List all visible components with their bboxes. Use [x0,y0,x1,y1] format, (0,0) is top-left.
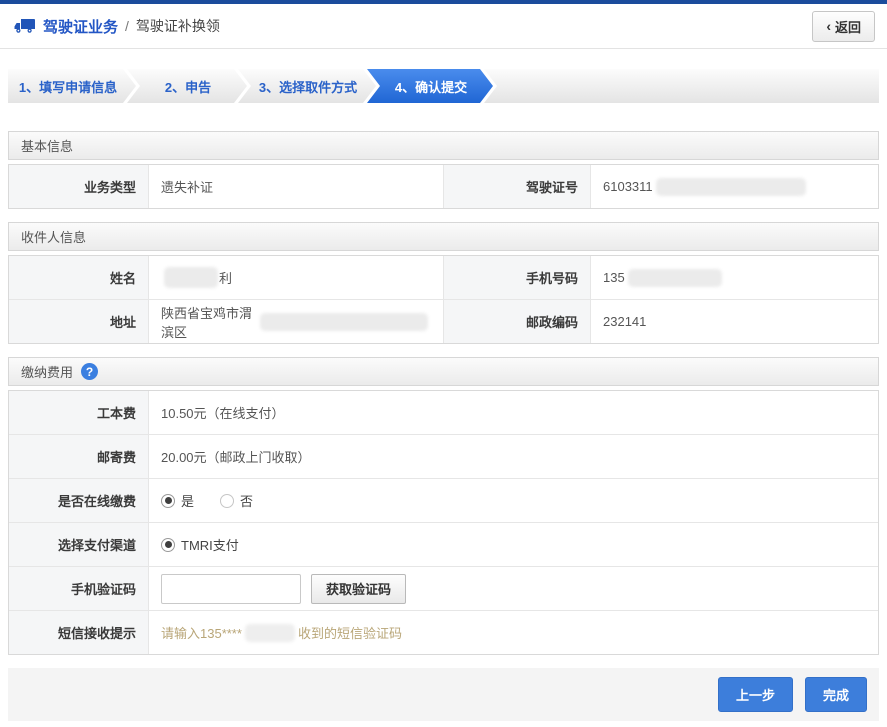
phone-label: 手机号码 [443,256,591,299]
prev-step-button[interactable]: 上一步 [718,677,793,712]
address-visible: 陕西省宝鸡市渭滨区 [161,303,257,341]
section-basic-info: 基本信息 业务类型 遗失补证 驾驶证号 6103311 [8,131,879,209]
sms-hint-redaction [245,624,295,642]
payment-channel-options: TMRI支付 [149,523,878,566]
step-tabs: 1、填写申请信息 2、申告 3、选择取件方式 4、确认提交 [8,69,879,103]
tab-step-4-label: 4、确认提交 [395,77,467,96]
sms-hint-value: 请输入135**** 收到的短信验证码 [149,611,878,654]
tab-step-1-label: 1、填写申请信息 [19,77,117,96]
breadcrumb-separator: / [125,18,129,34]
section-recipient-info-title: 收件人信息 [21,227,86,246]
phone-redaction [628,269,722,287]
address-redaction [260,313,428,331]
back-button[interactable]: ‹ 返回 [812,11,875,42]
section-fees-title: 缴纳费用 [21,362,73,381]
footer-bar: 上一步 完成 [8,668,879,721]
tab-step-1[interactable]: 1、填写申请信息 [8,69,136,103]
production-cost-value: 10.50元（在线支付） [149,391,878,434]
header: 驾驶证业务 / 驾驶证补换领 ‹ 返回 [0,4,887,49]
fees-table: 工本费 10.50元（在线支付） 邮寄费 20.00元（邮政上门收取） 是否在线… [8,390,879,655]
tab-step-3-label: 3、选择取件方式 [259,77,357,96]
sms-hint-prefix: 请输入135**** [161,623,242,642]
basic-info-table: 业务类型 遗失补证 驾驶证号 6103311 [8,164,879,209]
zip-code-value: 232141 [591,300,878,343]
table-row: 是否在线缴费 是 否 [9,479,878,523]
license-number-redaction [656,178,806,196]
table-row: 选择支付渠道 TMRI支付 [9,523,878,567]
section-recipient-info: 收件人信息 姓名 利 手机号码 135 地址 [8,222,879,344]
postage-fee-label: 邮寄费 [9,435,149,478]
license-number-label: 驾驶证号 [443,165,591,208]
section-basic-info-header: 基本信息 [8,131,879,160]
sms-code-label: 手机验证码 [9,567,149,610]
online-pay-question-label: 是否在线缴费 [9,479,149,522]
zip-code-label: 邮政编码 [443,300,591,343]
production-cost-label: 工本费 [9,391,149,434]
sms-code-controls: 获取验证码 [149,567,878,610]
table-row: 地址 陕西省宝鸡市渭滨区 邮政编码 232141 [9,300,878,343]
tab-step-2-label: 2、申告 [165,77,211,96]
table-row: 邮寄费 20.00元（邮政上门收取） [9,435,878,479]
business-type-label: 业务类型 [9,165,149,208]
license-number-visible: 6103311 [603,179,653,194]
table-row: 手机验证码 获取验证码 [9,567,878,611]
name-label: 姓名 [9,256,149,299]
section-fees: 缴纳费用 ? 工本费 10.50元（在线支付） 邮寄费 20.00元（邮政上门收… [8,357,879,655]
section-fees-header: 缴纳费用 ? [8,357,879,386]
truck-icon [14,18,36,34]
table-row: 姓名 利 手机号码 135 [9,256,878,300]
online-pay-no-radio[interactable] [220,494,234,508]
section-recipient-info-header: 收件人信息 [8,222,879,251]
table-row: 工本费 10.50元（在线支付） [9,391,878,435]
business-type-value: 遗失补证 [149,165,443,208]
breadcrumb-current: 驾驶证补换领 [136,16,220,36]
get-code-button[interactable]: 获取验证码 [311,574,406,604]
section-basic-info-title: 基本信息 [21,136,73,155]
phone-value: 135 [591,256,878,299]
address-label: 地址 [9,300,149,343]
breadcrumb: 驾驶证业务 / 驾驶证补换领 [14,16,220,37]
name-value: 利 [149,256,443,299]
tab-step-3[interactable]: 3、选择取件方式 [238,69,376,103]
online-pay-no-label[interactable]: 否 [240,491,253,510]
tmri-pay-radio[interactable] [161,538,175,552]
sms-hint-label: 短信接收提示 [9,611,149,654]
breadcrumb-title[interactable]: 驾驶证业务 [43,16,118,37]
sms-code-input[interactable] [161,574,301,604]
finish-button[interactable]: 完成 [805,677,867,712]
table-row: 业务类型 遗失补证 驾驶证号 6103311 [9,165,878,208]
tmri-pay-label[interactable]: TMRI支付 [181,535,239,554]
name-visible: 利 [219,268,232,287]
license-number-value: 6103311 [591,165,878,208]
table-row: 短信接收提示 请输入135**** 收到的短信验证码 [9,611,878,654]
sms-hint-suffix: 收到的短信验证码 [298,623,402,642]
back-chevron-icon: ‹ [826,19,831,33]
postage-fee-value: 20.00元（邮政上门收取） [149,435,878,478]
online-pay-yes-radio[interactable] [161,494,175,508]
address-value: 陕西省宝鸡市渭滨区 [149,300,443,343]
recipient-info-table: 姓名 利 手机号码 135 地址 陕西省宝鸡市渭滨区 [8,255,879,344]
tab-step-4-active[interactable]: 4、确认提交 [367,69,493,103]
tab-step-2[interactable]: 2、申告 [127,69,247,103]
page: 驾驶证业务 / 驾驶证补换领 ‹ 返回 1、填写申请信息 2、申告 3、选择取件… [0,0,887,727]
form-content: 基本信息 业务类型 遗失补证 驾驶证号 6103311 收件人信息 [8,131,879,655]
step-bar-filler [484,69,879,103]
phone-visible: 135 [603,270,625,285]
online-pay-yes-label[interactable]: 是 [181,491,194,510]
name-redaction [164,267,218,288]
back-button-label: 返回 [835,17,861,36]
online-pay-options: 是 否 [149,479,878,522]
help-icon[interactable]: ? [81,363,98,380]
payment-channel-label: 选择支付渠道 [9,523,149,566]
